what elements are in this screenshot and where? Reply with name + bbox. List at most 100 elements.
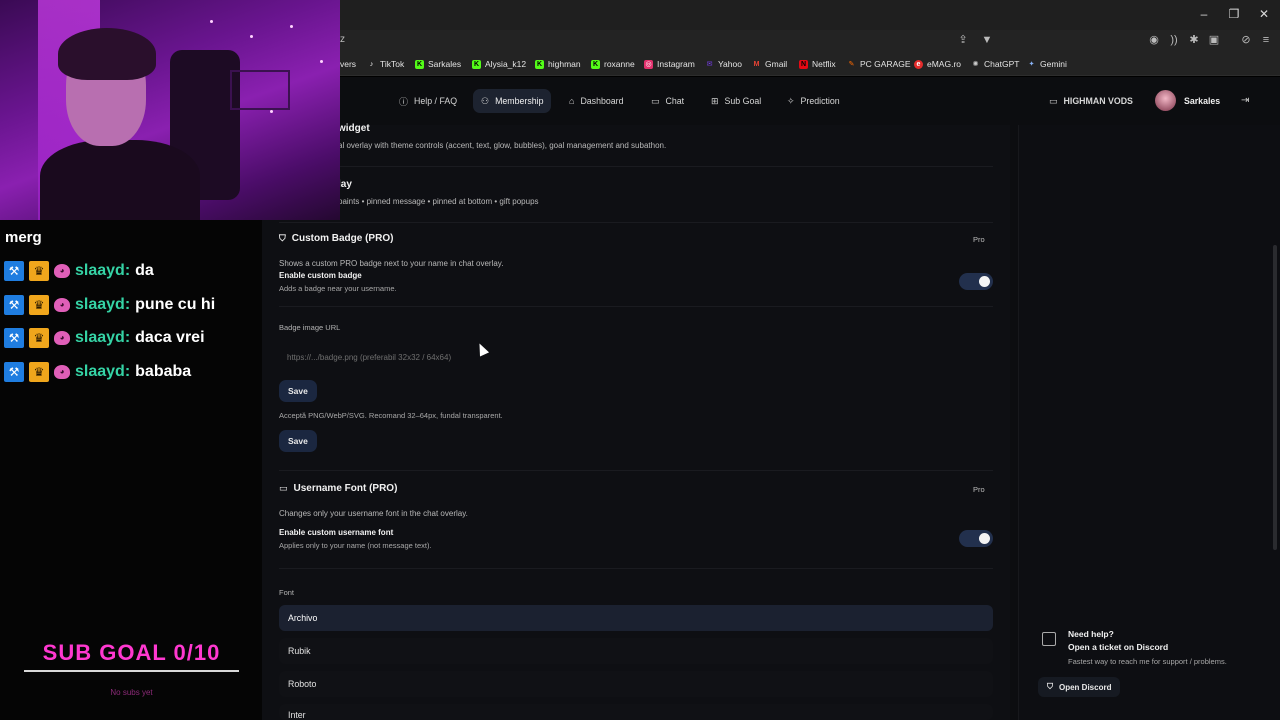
share-icon[interactable]: ⇪ (956, 33, 970, 47)
highman-vods-link[interactable]: ▭ HIGHMAN VODS (1041, 89, 1141, 113)
badge-url-input[interactable] (279, 344, 993, 370)
bookmark-pcgarage[interactable]: ✎ PC GARAGE (847, 57, 911, 71)
bookmark-sarkales[interactable]: K Sarkales (415, 57, 461, 71)
toggle-knob (979, 276, 990, 287)
chat-text: daca vrei (135, 329, 205, 346)
scrollbar[interactable] (1273, 245, 1277, 550)
sub-goal-title: SUB GOAL 0/10 (42, 640, 221, 665)
user-icon: ⚇ (481, 95, 490, 106)
gift-icon: ⊞ (711, 95, 719, 106)
menu-icon[interactable]: ≡ (1259, 33, 1273, 47)
bookmark-emag[interactable]: e eMAG.ro (914, 57, 961, 71)
custom-badge-desc: Shows a custom PRO badge next to your na… (279, 259, 504, 268)
chat-icon: ▭ (651, 95, 660, 106)
fairy-light (320, 60, 323, 63)
audio-icon[interactable]: )) (1167, 33, 1181, 47)
font-option-archivo[interactable]: Archivo (279, 605, 993, 631)
logout-icon[interactable]: ⇥ (1241, 95, 1249, 106)
enable-font-toggle[interactable] (959, 530, 993, 547)
nav-help-faq[interactable]: ⓘ Help / FAQ (391, 89, 465, 113)
extension-icon[interactable]: ◉ (1147, 33, 1161, 47)
chat-message: ⚒ ♛ ◕ slaayd: daca vrei (4, 327, 205, 349)
username-font-title: ▭ Username Font (PRO) (279, 483, 398, 494)
kick-icon: K (415, 59, 424, 69)
moderator-badge-icon: ⚒ (4, 362, 24, 382)
fairy-light (250, 35, 253, 38)
bookmark-netflix[interactable]: N Netflix (799, 57, 836, 71)
pro-badge: Pro (973, 235, 985, 244)
webcam-person-hair (58, 28, 156, 80)
chat-text: bababa (135, 363, 192, 380)
bookmark-yahoo[interactable]: ✉ Yahoo (705, 57, 742, 71)
bookmark-gemini[interactable]: ✦ Gemini (1027, 57, 1067, 71)
nav-prediction[interactable]: ✧ Prediction (779, 89, 848, 113)
close-icon[interactable]: ✕ (1255, 6, 1273, 22)
bookmark-tiktok[interactable]: ♪ TikTok (367, 57, 405, 71)
sidebar-icon[interactable]: ▣ (1207, 33, 1221, 47)
shield-icon: ⛉ (279, 233, 286, 243)
fairy-light (270, 110, 273, 113)
enable-badge-label: Enable custom badge (279, 271, 362, 280)
bookmark-highman[interactable]: Khighman (535, 57, 581, 71)
bookmark-instagram[interactable]: ◎ Instagram (644, 57, 695, 71)
bookmark-servers[interactable]: vers (340, 57, 356, 71)
chat-username: slaayd: (75, 262, 131, 279)
bookmark-roxanne[interactable]: Kroxanne (591, 57, 635, 71)
nav-dashboard[interactable]: ⌂ Dashboard (561, 89, 631, 113)
font-option-roboto[interactable]: Roboto (279, 671, 993, 697)
widget-section-desc: al overlay with theme controls (accent, … (338, 141, 667, 150)
chat-username: slaayd: (75, 363, 131, 380)
badge-url-label: Badge image URL (279, 323, 341, 332)
open-discord-button[interactable]: ⛉ Open Discord (1038, 677, 1121, 697)
home-icon: ⌂ (569, 96, 575, 106)
toggle-knob (979, 533, 990, 544)
webcam-person-body (40, 140, 200, 220)
font-option-inter[interactable]: Inter (279, 704, 993, 720)
nav-membership[interactable]: ⚇ Membership (473, 89, 552, 113)
crown-badge-icon: ♛ (29, 362, 49, 382)
bookmark-gmail[interactable]: M Gmail (752, 57, 788, 71)
address-bar[interactable]: z (340, 34, 345, 45)
enable-badge-sub: Adds a badge near your username. (279, 284, 397, 293)
help-title: Need help? (1068, 629, 1114, 639)
bookmark-alysia[interactable]: K Alysia_k12 (472, 57, 526, 71)
emote-icon: ◕ (54, 298, 70, 312)
chat-username: slaayd: (75, 329, 131, 346)
puzzle-icon[interactable]: ✱ (1187, 33, 1201, 47)
netflix-icon: N (799, 59, 808, 69)
pro-badge: Pro (973, 485, 985, 494)
fairy-light (210, 20, 213, 23)
maximize-icon[interactable]: ❐ (1225, 6, 1243, 22)
enable-font-label: Enable custom username font (279, 528, 394, 537)
help-line: Open a ticket on Discord (1068, 642, 1169, 652)
avatar[interactable] (1155, 90, 1176, 111)
font-label: Font (279, 588, 295, 597)
overlay-section-title: lay (338, 179, 352, 190)
webcam-feed (0, 0, 340, 220)
chatgpt-icon: ✺ (972, 60, 979, 68)
help-sub: Fastest way to reach me for support / pr… (1068, 657, 1227, 666)
bookmark-chatgpt[interactable]: ✺ ChatGPT (971, 57, 1020, 71)
monitor-icon: ▭ (1049, 95, 1058, 106)
enable-badge-toggle[interactable] (959, 273, 993, 290)
vpn-icon[interactable]: ⊘ (1239, 33, 1253, 47)
emag-icon: e (914, 59, 923, 69)
minimize-icon[interactable]: – (1195, 6, 1213, 22)
nav-sub-goal[interactable]: ⊞ Sub Goal (703, 89, 769, 113)
font-option-rubik[interactable]: Rubik (279, 638, 993, 664)
webcam-shelf (230, 70, 290, 110)
chat-text: pune cu hi (135, 296, 216, 313)
username-label: Sarkales (1184, 96, 1221, 106)
brave-shield-icon[interactable]: ▼ (980, 33, 994, 47)
sub-goal-subtitle: No subs yet (110, 688, 153, 697)
save-badge-url-button[interactable]: Save (279, 380, 317, 402)
moderator-badge-icon: ⚒ (4, 328, 24, 348)
moderator-badge-icon: ⚒ (4, 295, 24, 315)
kick-icon: K (472, 59, 481, 69)
yahoo-icon: ✉ (706, 60, 713, 68)
chat-bubble-icon (1042, 632, 1056, 646)
sparkle-icon: ✧ (787, 95, 795, 106)
custom-badge-title: ⛉ Custom Badge (PRO) (279, 233, 394, 244)
nav-chat[interactable]: ▭ Chat (643, 89, 692, 113)
save-badge-button[interactable]: Save (279, 430, 317, 452)
